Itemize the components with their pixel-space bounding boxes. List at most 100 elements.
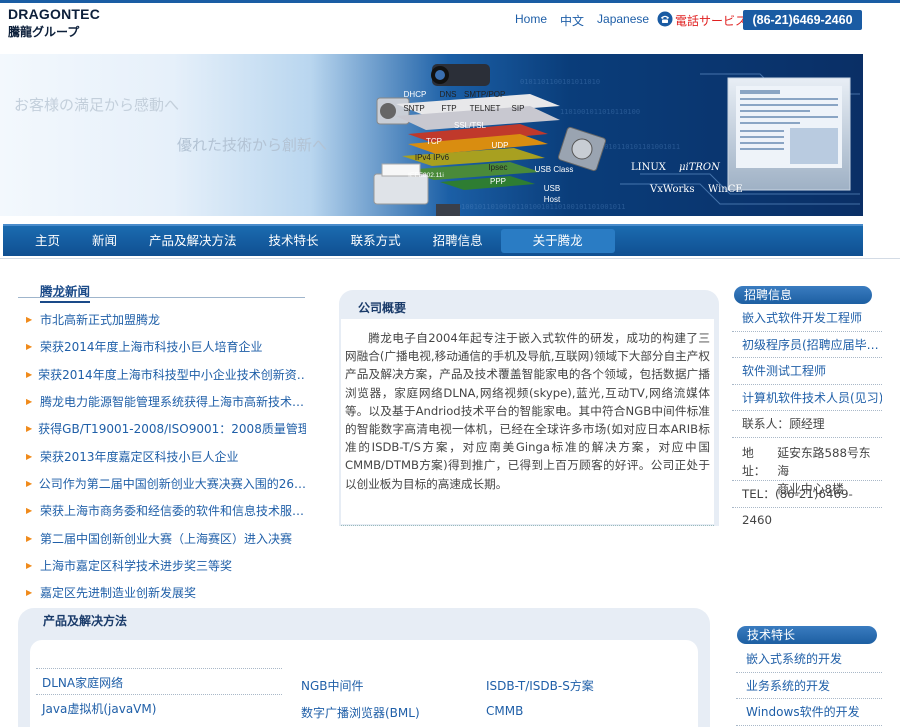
- recruit-item[interactable]: 计算机软件技术人员(见习): [732, 385, 882, 411]
- contact-person-label: 联系人：: [742, 417, 790, 431]
- news-item[interactable]: ▶ 上海市嘉定区科学技术进步奖三等奖: [26, 552, 306, 579]
- protocol-label: SNTP: [403, 104, 425, 113]
- bullet-icon: ▶: [26, 369, 33, 379]
- protocol-label: DHCP: [403, 90, 427, 99]
- bullet-icon: ▶: [26, 397, 33, 407]
- tech-item[interactable]: 嵌入式系统的开发: [736, 646, 882, 673]
- bullet-icon: ▶: [26, 342, 33, 352]
- company-overview-title: 公司概要: [358, 301, 407, 315]
- language-links: Home 中文 Japanese: [515, 12, 649, 29]
- news-item[interactable]: ▶ 第二届中国创新创业大赛（上海赛区）进入决赛: [26, 524, 306, 551]
- main-nav: 主页 新闻 产品及解决方法 技术特长 联系方式 招聘信息 关于腾龙: [3, 224, 863, 256]
- bullet-icon: ▶: [26, 451, 33, 461]
- news-item[interactable]: ▶ 获得GB/T19001-2008/ISO9001：2008质量管理…: [26, 415, 306, 442]
- nav-item-recruit[interactable]: 招聘信息: [417, 229, 499, 253]
- bullet-icon: ▶: [26, 478, 33, 488]
- news-item[interactable]: ▶ 嘉定区先进制造业创新发展奖: [26, 579, 306, 606]
- protocol-label: TELNET: [469, 104, 501, 113]
- news-link[interactable]: 荣获2014年度上海市科技小巨人培育企业: [40, 338, 263, 355]
- news-link[interactable]: 荣获2013年度嘉定区科技小巨人企业: [40, 448, 239, 465]
- news-item[interactable]: ▶ 公司作为第二届中国创新创业大赛决赛入围的26…: [26, 470, 306, 497]
- contact-address-label: 地址：: [742, 445, 766, 478]
- contact-address-line: 延安东路588号东海: [777, 445, 871, 478]
- svg-text:101101001011010010110100101101: 1011010010110100101101001011010010110100…: [440, 203, 625, 211]
- chinese-link[interactable]: 中文: [560, 12, 584, 29]
- svg-text:0010110101101001011: 0010110101101001011: [600, 143, 680, 151]
- protocol-label: DNS: [439, 90, 457, 99]
- japanese-link[interactable]: Japanese: [597, 12, 649, 29]
- news-link[interactable]: 荣获上海市商务委和经信委的软件和信息技术服…: [40, 502, 304, 519]
- bullet-icon: ▶: [26, 424, 33, 434]
- news-item[interactable]: ▶ 荣获上海市商务委和经信委的软件和信息技术服…: [26, 497, 306, 524]
- contact-person-name: 顾经理: [789, 417, 825, 431]
- recruit-item[interactable]: 初级程序员(招聘应届毕…: [732, 332, 882, 358]
- top-accent-line: [0, 0, 900, 3]
- company-logo[interactable]: DRAGONTEC 騰龍グループ: [8, 6, 108, 40]
- contact-address: 地址： 延安东路588号东海 商业中心8楼: [732, 438, 882, 496]
- products-divider: [36, 668, 282, 669]
- news-link[interactable]: 腾龙电力能源智能管理系统获得上海市高新技术…: [40, 393, 304, 410]
- nav-item-contact[interactable]: 联系方式: [335, 229, 417, 253]
- recruit-item[interactable]: 软件测试工程师: [732, 358, 882, 385]
- news-link[interactable]: 上海市嘉定区科学技术进步奖三等奖: [40, 557, 232, 574]
- nav-item-about[interactable]: 关于腾龙: [500, 229, 615, 253]
- tech-item[interactable]: Windows软件的开发: [736, 699, 882, 726]
- bullet-icon: ▶: [26, 533, 33, 543]
- news-item[interactable]: ▶ 荣获2013年度嘉定区科技小巨人企业: [26, 442, 306, 469]
- logo-japanese-text: 騰龍グループ: [8, 25, 80, 39]
- product-link[interactable]: Java虚拟机(javaVM): [42, 700, 156, 717]
- contact-person: 联系人：顾经理: [732, 411, 882, 438]
- news-item[interactable]: ▶ 荣获2014年度上海市科技型中小企业技术创新资…: [26, 361, 306, 388]
- logo-english-text: DRAGONTEC: [8, 6, 101, 22]
- product-link[interactable]: 数字广播浏览器(BML): [301, 704, 420, 721]
- company-overview-text: 腾龙电子自2004年起专注于嵌入式软件的研发，成功的构建了三网融合(广播电视,移…: [345, 331, 710, 491]
- tech-list: 嵌入式系统的开发 业务系统的开发 Windows软件的开发: [736, 646, 882, 726]
- phone-number-badge: (86-21)6469-2460: [743, 10, 862, 30]
- product-link[interactable]: NGB中间件: [301, 677, 364, 694]
- news-item[interactable]: ▶ 荣获2014年度上海市科技小巨人培育企业: [26, 333, 306, 360]
- protocol-label: Ipsec: [488, 163, 508, 172]
- news-link[interactable]: 获得GB/T19001-2008/ISO9001：2008质量管理…: [38, 420, 306, 437]
- company-overview-rule: [341, 519, 714, 526]
- news-link[interactable]: 嘉定区先进制造业创新发展奖: [40, 584, 196, 601]
- bullet-icon: ▶: [26, 315, 33, 325]
- nav-item-news[interactable]: 新闻: [76, 229, 133, 253]
- protocol-label: SSL/TSL: [453, 121, 486, 130]
- news-section-title: 腾龙新闻: [40, 281, 91, 303]
- news-link[interactable]: 市北高新正式加盟腾龙: [40, 311, 160, 328]
- protocol-label: PPP: [489, 177, 506, 186]
- os-tag: μiTRON: [679, 162, 720, 173]
- product-link[interactable]: CMMB: [486, 704, 523, 718]
- banner-slogan-1: お客様の満足から感動へ: [14, 96, 180, 114]
- contact-tel-label: TEL：: [742, 486, 776, 501]
- home-link[interactable]: Home: [515, 12, 547, 29]
- protocol-label: USB Host: [543, 184, 561, 204]
- news-item[interactable]: ▶ 市北高新正式加盟腾龙: [26, 306, 306, 333]
- bullet-icon: ▶: [26, 588, 33, 598]
- protocol-label: USB Class: [534, 165, 574, 174]
- recruit-section-title: 招聘信息: [734, 286, 872, 304]
- header-divider: [0, 258, 900, 259]
- news-link[interactable]: 第二届中国创新创业大赛（上海赛区）进入决赛: [40, 530, 292, 547]
- nav-item-products[interactable]: 产品及解决方法: [133, 229, 253, 253]
- os-tag: VxWorks: [650, 184, 695, 195]
- phone-service-label: 電話サービス: [675, 14, 748, 28]
- os-tag: WinCE: [708, 184, 743, 195]
- product-link[interactable]: DLNA家庭网络: [42, 674, 123, 691]
- nav-item-tech[interactable]: 技术特长: [253, 229, 335, 253]
- news-link[interactable]: 公司作为第二届中国创新创业大赛决赛入围的26…: [39, 475, 306, 492]
- news-item[interactable]: ▶ 腾龙电力能源智能管理系统获得上海市高新技术…: [26, 388, 306, 415]
- contact-address-value: 延安东路588号东海 商业中心8楼: [777, 444, 882, 496]
- news-link[interactable]: 荣获2014年度上海市科技型中小企业技术创新资…: [38, 366, 306, 383]
- phone-icon: [657, 11, 673, 27]
- recruit-list: 嵌入式软件开发工程师 初级程序员(招聘应届毕… 软件测试工程师 计算机软件技术人…: [732, 305, 882, 527]
- bullet-icon: ▶: [26, 560, 33, 570]
- nav-item-home[interactable]: 主页: [19, 229, 76, 253]
- svg-text:1101001011010110100: 1101001011010110100: [560, 108, 640, 116]
- tech-item[interactable]: 业务系统的开发: [736, 673, 882, 699]
- recruit-item[interactable]: 嵌入式软件开发工程师: [732, 305, 882, 332]
- protocol-label: SMTP/POP: [464, 90, 506, 99]
- tech-section-title: 技术特长: [737, 626, 877, 644]
- product-link[interactable]: ISDB-T/ISDB-S方案: [486, 677, 594, 694]
- protocol-label: IEEE802.11i: [408, 172, 444, 179]
